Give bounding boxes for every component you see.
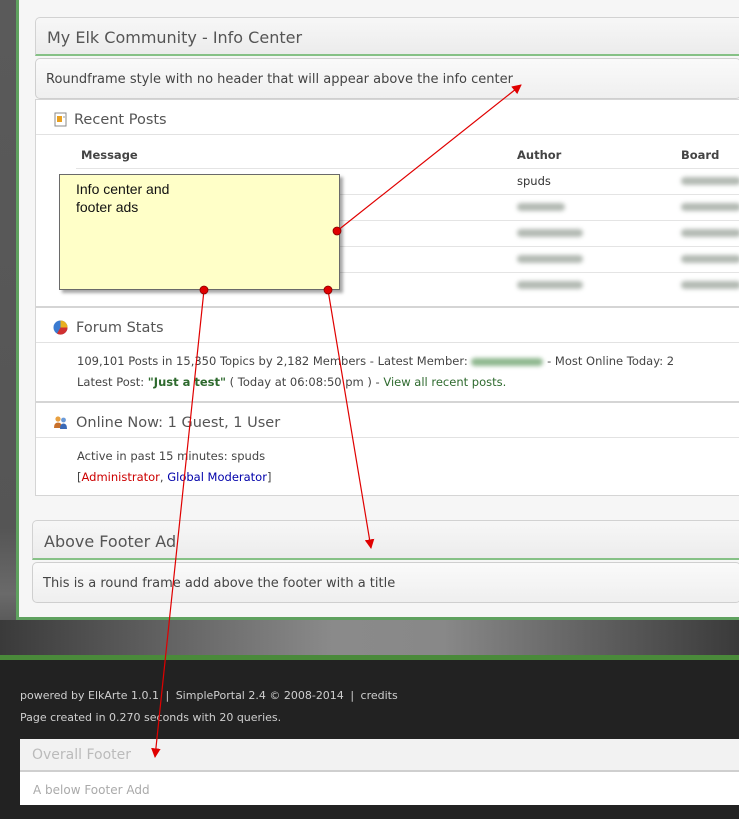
overall-footer-header: Overall Footer — [20, 739, 739, 772]
redacted-board — [681, 281, 739, 289]
stats-line-2: Latest Post: "Just a test" ( Today at 06… — [77, 375, 506, 389]
online-now-title[interactable]: Online Now: 1 Guest, 1 User — [76, 415, 280, 431]
redacted-author — [517, 281, 583, 289]
info-center-title: My Elk Community - Info Center — [47, 28, 303, 47]
redacted-author — [517, 255, 583, 263]
annotation-line-2: footer ads — [76, 199, 139, 215]
annotation-line-1: Info center and — [76, 181, 170, 197]
info-center-header: My Elk Community - Info Center — [35, 17, 739, 56]
redacted-board — [681, 177, 739, 185]
latest-post-label: Latest Post: — [77, 375, 145, 389]
view-all-posts-link[interactable]: View all recent posts. — [383, 375, 506, 389]
info-center-roundframe: Roundframe style with no header that wil… — [35, 58, 739, 99]
stats-line-1: 109,101 Posts in 15,350 Topics by 2,182 … — [77, 354, 674, 368]
above-footer-roundframe: This is a round frame add above the foot… — [32, 562, 739, 603]
separator: - — [375, 375, 380, 389]
footer-separator: | — [165, 689, 170, 702]
overall-footer-title: Overall Footer — [32, 747, 132, 763]
section-divider — [36, 134, 739, 135]
col-author: Author — [517, 148, 562, 162]
comma: , — [159, 470, 164, 484]
footer-credits-line: powered by ElkArte 1.0.1 | SimplePortal … — [20, 689, 398, 702]
redacted-author — [517, 203, 565, 211]
credits-link[interactable]: credits — [361, 689, 398, 702]
administrator-link[interactable]: Administrator — [82, 470, 160, 484]
global-moderator-link[interactable]: Global Moderator — [167, 470, 267, 484]
section-divider — [36, 437, 739, 438]
redacted-board — [681, 255, 739, 263]
elkarte-link[interactable]: powered by ElkArte 1.0.1 — [20, 689, 159, 702]
col-message: Message — [81, 148, 138, 162]
footer-accent-line — [0, 655, 739, 660]
overall-footer-body: A below Footer Add — [20, 772, 739, 805]
recent-posts-title[interactable]: Recent Posts — [74, 112, 167, 128]
table-row-author[interactable]: spuds — [517, 174, 551, 188]
page-created-text: Page created in 0.270 seconds with 20 qu… — [20, 711, 282, 724]
redacted-board — [681, 203, 739, 211]
redacted-author — [517, 229, 583, 237]
background-gradient — [0, 620, 739, 660]
stats-counts: 109,101 Posts in 15,350 Topics by 2,182 … — [77, 354, 468, 368]
document-icon — [54, 112, 67, 127]
membergroup-legend: [Administrator, Global Moderator] — [77, 470, 271, 484]
table-row-divider — [76, 168, 739, 169]
footer-separator: | — [350, 689, 355, 702]
most-online: - Most Online Today: 2 — [547, 354, 675, 368]
latest-post-time: ( Today at 06:08:50 pm ) — [229, 375, 372, 389]
forum-stats-section: Forum Stats 109,101 Posts in 15,350 Topi… — [35, 307, 739, 402]
annotation-note: Info center and footer ads — [59, 174, 340, 290]
overall-footer-text: A below Footer Add — [33, 783, 150, 797]
above-footer-text: This is a round frame add above the foot… — [43, 576, 396, 591]
col-board: Board — [681, 148, 720, 162]
section-divider — [36, 342, 739, 343]
redacted-board — [681, 229, 739, 237]
above-footer-header: Above Footer Ad — [32, 520, 739, 560]
bracket: ] — [266, 470, 272, 484]
latest-post-link[interactable]: "Just a test" — [148, 375, 226, 389]
forum-stats-title[interactable]: Forum Stats — [76, 320, 164, 336]
roundframe-text: Roundframe style with no header that wil… — [46, 72, 513, 87]
users-icon — [54, 416, 67, 429]
above-footer-title: Above Footer Ad — [44, 532, 177, 551]
pie-chart-icon — [53, 320, 68, 335]
redacted-member — [471, 357, 544, 366]
active-users-text: Active in past 15 minutes: spuds — [77, 449, 266, 463]
online-now-section: Online Now: 1 Guest, 1 User Active in pa… — [35, 402, 739, 496]
simpleportal-link[interactable]: SimplePortal 2.4 © 2008-2014 — [176, 689, 344, 702]
